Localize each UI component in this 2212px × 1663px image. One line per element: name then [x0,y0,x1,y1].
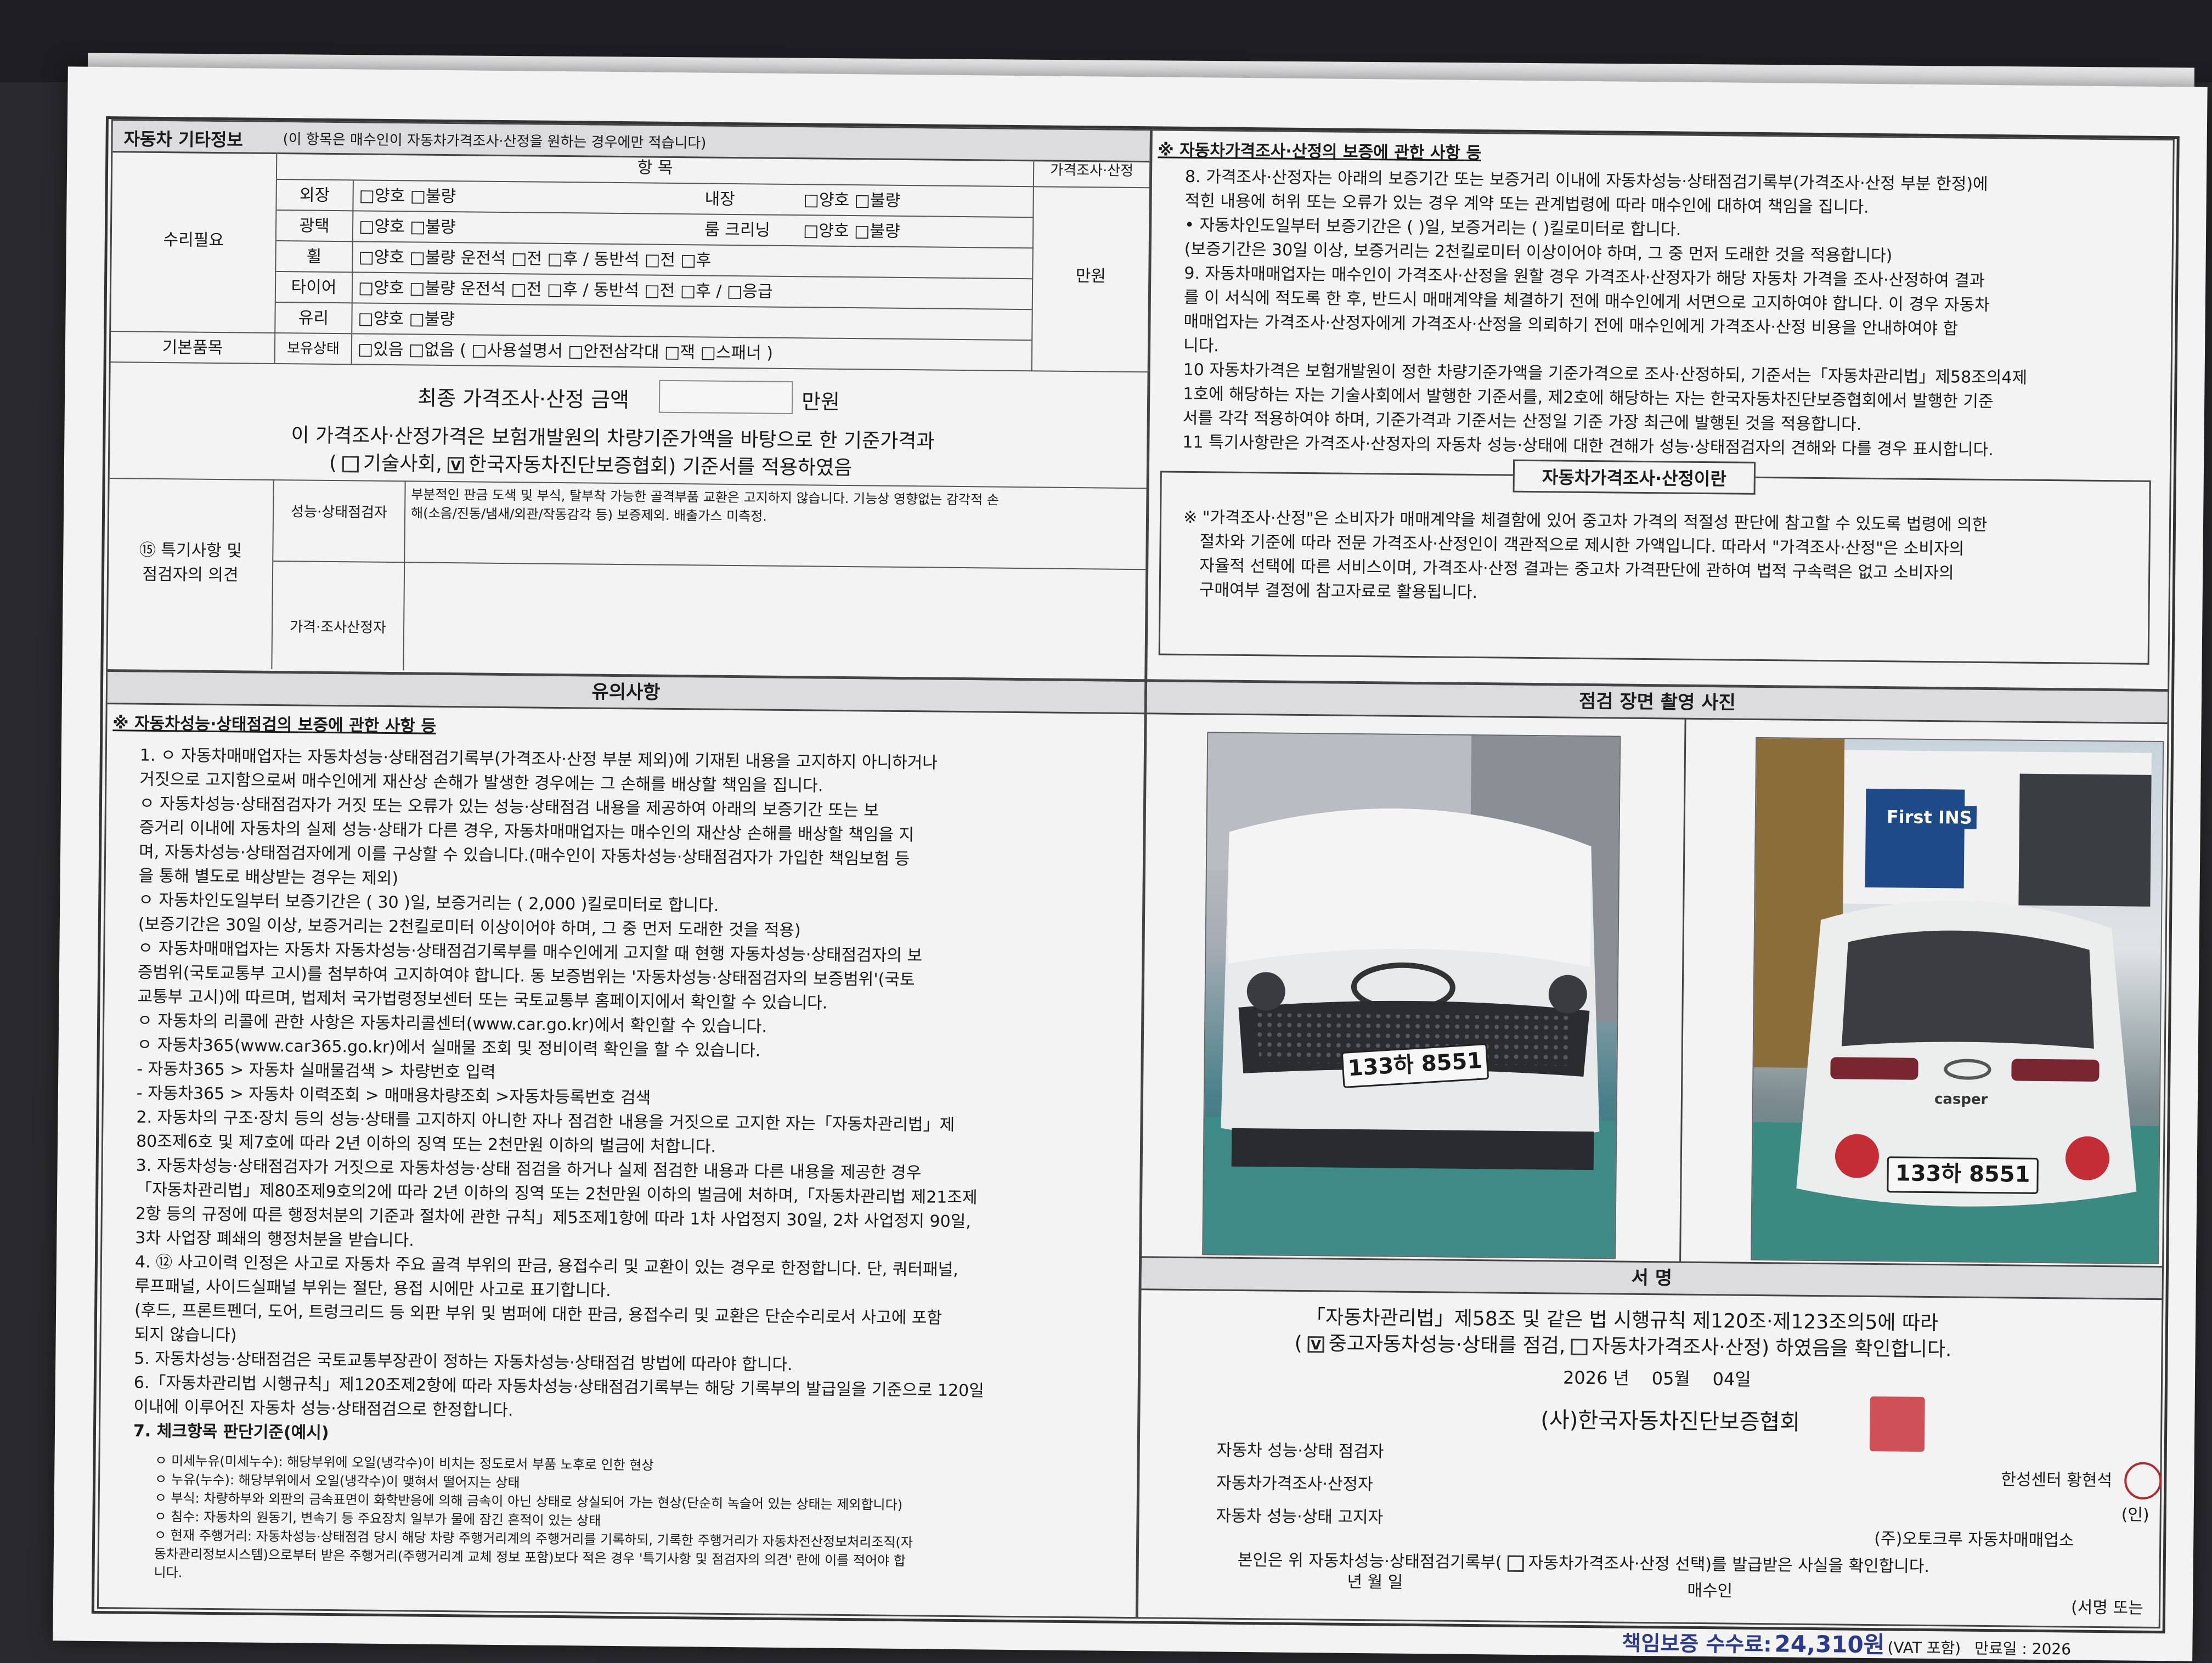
appraisal-heading: ※ 자동차가격조사·산정의 보증에 관한 사항 등 [1158,140,1482,163]
warranty-fee-line: 책임보증 수수료: 24,310원 (VAT 포함) 만료일 : 2026 [1622,1624,2071,1662]
buyer-label: 매수인 [1687,1581,1733,1601]
section-note: (이 항목은 매수인이 자동차가격조사·산정을 원하는 경우에만 적습니다) [283,131,707,152]
inspection-center: 한성센터 황현석 [2001,1470,2113,1491]
final-price-input[interactable] [658,380,793,415]
notes-section: 유의사항 ※ 자동차성능·상태점검의 보증에 관한 사항 등 1. ㅇ 자동차매… [97,670,1147,1619]
car-front-illustration [1203,733,1620,1258]
notes-list: 1. ㅇ 자동차매매업자는 자동차성능·상태점검기록부(가격조사·산정 부분 제… [133,745,984,1443]
check-criteria-list: ㅇ 미세누유(미세누수): 해당부위에 오일(냉각수)이 비치는 정도로서 부품… [154,1452,913,1581]
appraiser-opinion [404,563,1146,677]
col-header-price: 가격조사·산정 [1034,160,1150,189]
checkbox-performance-inspection[interactable] [1307,1336,1324,1353]
basis-checkbox-kadia[interactable] [447,457,465,474]
signature-date: 2026 년 05월 04일 [1562,1367,1751,1390]
fee-label: 책임보증 수수료: [1622,1631,1772,1657]
inspector-label: 성능·상태점검자 [273,479,406,563]
final-price-row: 최종 가격조사·산정 금액 만원 [110,363,1148,427]
car-badge: casper [1934,1091,1988,1108]
inspection-confirmation: (중고자동차성능·상태를 점검,자동차가격조사·산정) 하였음을 확인합니다. [1294,1327,1951,1362]
signatory-roles: 자동차 성능·상태 점검자 자동차가격조사·산정자 자동차 성능·상태 고지자 [1216,1440,1384,1528]
association-name: (사)한국자동차진단보증협회 [1541,1407,1801,1435]
checkbox-buyer-price-appraisal[interactable] [1507,1555,1524,1572]
center-seal [2124,1462,2162,1500]
price-unit-cell: 만원 [1032,187,1149,373]
basis-statement: 이 가격조사·산정가격은 보험개발원의 차량기준가액을 바탕으로 한 기준가격과… [109,417,1147,489]
row-label-exterior: 외장 [276,180,354,212]
section-title: 자동차 기타정보 [123,128,244,151]
basic-items-label: 기본품목 [110,332,276,364]
photos-header: 점검 장면 촬영 사진 [1147,682,2168,725]
signature-section: 서 명 「자동차관리법」제58조 및 같은 법 시행규칙 제120조·제123조… [1136,1256,2164,1629]
row-label-polish: 광택 [276,211,354,242]
notes-heading: ※ 자동차성능·상태점검의 보증에 관한 사항 등 [112,714,437,736]
inspection-photos-section: 점검 장면 촬영 사진 133하 8551 First INS casper 1… [1140,680,2170,1270]
expiry-date: 만료일 : 2026 [1974,1639,2072,1659]
repair-needed-label: 수리필요 [111,151,278,334]
inspector-opinion: 부분적인 판금 도색 및 부식, 탈부착 가능한 골격부품 교환은 고지하지 않… [405,480,1147,570]
buyer-confirmation: 본인은 위 자동차성능·상태점검기록부(자동차가격조사·산정 선택)를 발급받은… [1237,1550,1930,1577]
definition-text: ※ "가격조사·산정"은 소비자가 매매계약을 체결함에 있어 중고차 가격의 … [1183,507,1988,603]
buyer-date-blank: 년 월 일 [1347,1572,1403,1592]
appraisal-items: 8. 가격조사·산정자는 아래의 보증기간 또는 보증거리 이내에 자동차성능·… [1182,167,2028,460]
row-label-tire: 타이어 [275,272,353,304]
final-price-unit: 만원 [801,389,840,414]
vehicle-extra-info-section: 자동차 기타정보 (이 항목은 매수인이 자동차가격조사·산정을 원하는 경우에… [106,119,1152,681]
association-seal [1869,1396,1925,1452]
appraisal-warranty-section: ※ 자동차가격조사·산정의 보증에 관한 사항 등 8. 가격조사·산정자는 아… [1146,129,2175,691]
building-sign: First INS [1882,805,1977,829]
row-label-glass: 유리 [275,303,353,335]
document-page: 자동차 기타정보 (이 항목은 매수인이 자동차가격조사·산정을 원하는 경우에… [53,66,2208,1662]
sign-or-seal: (서명 또는 [2070,1598,2143,1618]
notes-header: 유의사항 [107,672,1145,715]
definition-box-title: 자동차가격조사·산정이란 [1513,459,1756,495]
seal-mark: (인) [2121,1505,2149,1525]
special-notes-label: ⑮ 특기사항 및 점검자의 의견 [108,478,274,669]
appraiser-label: 가격·조사산정자 [272,561,405,671]
fee-value: 24,310원 [1774,1630,1885,1659]
dealer-name: (주)오토크루 자동차매매업소 [1874,1529,2074,1551]
checkbox-price-appraisal[interactable] [1571,1338,1588,1356]
license-plate-rear: 133하 8551 [1887,1156,2039,1194]
fee-vat: (VAT 포함) [1887,1638,1961,1658]
basic-items-sub: 보유상태 [275,333,353,365]
final-price-label: 최종 가격조사·산정 금액 [417,386,630,412]
appraisal-definition-box: 자동차가격조사·산정이란 ※ "가격조사·산정"은 소비자가 매매계약을 체결함… [1158,459,2151,665]
signature-header: 서 명 [1141,1258,2163,1300]
inspection-photo-front: 133하 8551 [1202,732,1621,1259]
row-label-wheel: 휠 [276,241,353,273]
basis-checkbox-tech[interactable] [342,456,359,473]
inspection-photo-rear: First INS casper 133하 8551 [1751,737,2164,1265]
photo-divider [1679,717,1686,1263]
